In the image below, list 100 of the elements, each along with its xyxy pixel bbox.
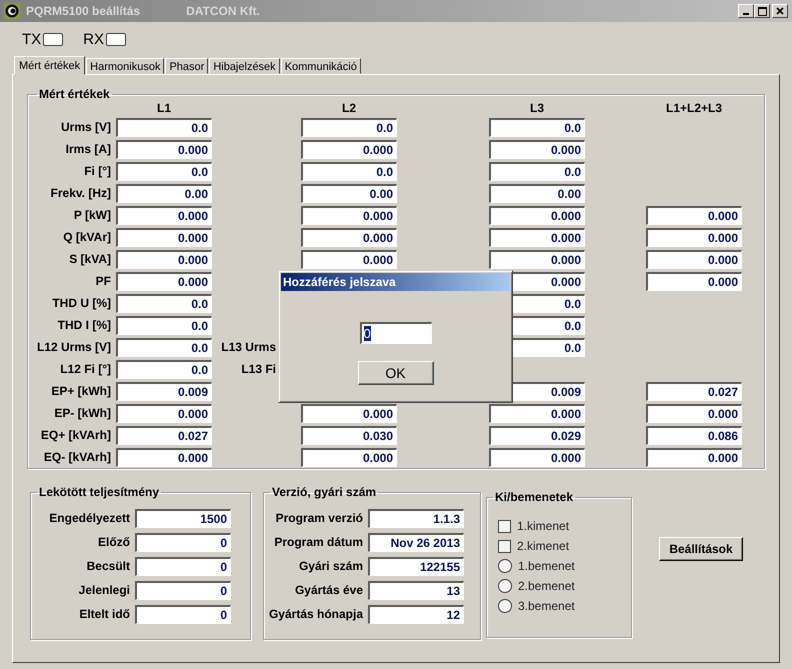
value-field[interactable]: 0 [135,533,231,552]
option-label: 3.bemenet [518,599,575,613]
value-field[interactable]: 0 [135,581,231,600]
value-field[interactable]: 0.000 [646,228,742,247]
value-field[interactable]: 0.000 [116,404,212,423]
value-field[interactable]: 0.000 [646,206,742,225]
value-field[interactable]: 0.000 [116,206,212,225]
value-field[interactable]: 0.0 [489,118,585,137]
minimize-button[interactable] [738,4,754,18]
row-label: L12 Fi [°] [59,361,112,378]
value-field[interactable]: 0.0 [116,162,212,181]
maximize-button[interactable] [754,4,770,18]
option-label: 2.bemenet [518,579,575,593]
row-label: Frekv. [Hz] [50,185,112,202]
value-field[interactable]: 0.000 [301,228,397,247]
value-field[interactable]: 0.000 [646,272,742,291]
value-field[interactable]: 0.00 [301,184,397,203]
field-label: Gyári szám [298,558,364,575]
value-field[interactable]: 0.0 [116,360,212,379]
value-field[interactable]: 0.000 [489,404,585,423]
tab[interactable]: Mért értékek [14,56,86,75]
value-field[interactable]: 0.0 [116,316,212,335]
value-field[interactable]: 0 [135,557,231,576]
row-label: L12 Urms [V] [36,339,112,356]
value-field[interactable]: 0.0 [116,118,212,137]
value-field[interactable]: 0.000 [116,448,212,467]
group-title: Verzió, gyári szám [271,485,378,499]
row-label: Q [kVAr] [62,229,112,246]
value-field[interactable]: 0.000 [646,250,742,269]
checkbox[interactable] [498,540,511,552]
value-field[interactable]: 0.0 [116,338,212,357]
field-label: Jelenlegi [78,582,131,599]
value-field[interactable]: 1500 [135,509,231,528]
company-name: DATCON Kft. [186,4,260,18]
password-field[interactable]: 0 [360,322,432,344]
field-label: Gyártás éve [294,582,364,599]
tab[interactable]: Hibajelzések [209,58,280,74]
value-field[interactable]: 0.00 [489,184,585,203]
indicator-lamp [106,32,126,46]
option-label: 2.kimenet [517,539,570,553]
value-field[interactable]: 0.000 [646,448,742,467]
row-label: L13 Fi [240,361,277,378]
field-label: Eltelt idő [78,606,131,623]
field-label: Program dátum [273,534,364,551]
row-label: L13 Urms [220,339,277,356]
value-field[interactable]: 0.086 [646,426,742,445]
row-label: PF [94,273,112,290]
radio-button[interactable] [498,599,512,613]
row-label: P [kW] [72,207,112,224]
value-field[interactable]: 0.000 [301,206,397,225]
value-field[interactable]: 0.000 [116,228,212,247]
value-field[interactable]: 0.00 [116,184,212,203]
settings-button[interactable]: Beállítások [659,537,743,561]
row-label: EP- [kWh] [53,405,112,422]
checkbox[interactable] [498,520,511,532]
close-icon [776,7,784,15]
radio-button[interactable] [498,579,512,593]
value-field[interactable]: 0.000 [489,228,585,247]
value-field[interactable]: 0.000 [489,448,585,467]
row-label: Urms [V] [60,119,112,136]
value-field[interactable]: 0.009 [116,382,212,401]
group-title: Lekötött teljesítmény [38,485,160,499]
value-field[interactable]: 0.000 [301,140,397,159]
value-field[interactable]: 0.0 [301,162,397,181]
value-field[interactable]: 1.1.3 [368,509,464,528]
value-field[interactable]: 0.027 [646,382,742,401]
value-field[interactable]: 0.027 [116,426,212,445]
tab[interactable]: Harmonikusok [86,58,164,74]
value-field[interactable]: 0 [135,605,231,624]
value-field[interactable]: 0.029 [489,426,585,445]
close-button[interactable] [772,4,788,18]
ok-button[interactable]: OK [358,361,434,385]
value-field[interactable]: 122155 [368,557,464,576]
value-field[interactable]: 0.000 [116,250,212,269]
value-field[interactable]: 0.030 [301,426,397,445]
value-field[interactable]: 0.000 [116,140,212,159]
value-field[interactable]: 0.0 [489,162,585,181]
radio-button[interactable] [498,559,512,573]
row-label: EQ- [kVArh] [42,449,112,466]
value-field[interactable]: 0.000 [489,250,585,269]
field-label: Engedélyezett [48,510,131,527]
value-field[interactable]: Nov 26 2013 [368,533,464,552]
indicator-label: RX [83,30,104,48]
value-field[interactable]: 12 [368,605,464,624]
value-field[interactable]: 0.000 [489,140,585,159]
column-header: L1+L2+L3 [664,101,724,115]
column-header: L1 [156,101,172,115]
value-field[interactable]: 0.000 [301,250,397,269]
value-field[interactable]: 0.000 [646,404,742,423]
value-field[interactable]: 0.000 [116,272,212,291]
value-field[interactable]: 0.000 [301,448,397,467]
tab[interactable]: Phasor [165,58,208,74]
value-field[interactable]: 0.000 [489,206,585,225]
value-field[interactable]: 0.0 [301,118,397,137]
value-field[interactable]: 0.000 [301,404,397,423]
row-label: EP+ [kWh] [50,383,112,400]
tab[interactable]: Kommunikáció [280,58,361,74]
value-field[interactable]: 0.0 [116,294,212,313]
value-field[interactable]: 13 [368,581,464,600]
row-label: EQ+ [kVArh] [40,427,112,444]
